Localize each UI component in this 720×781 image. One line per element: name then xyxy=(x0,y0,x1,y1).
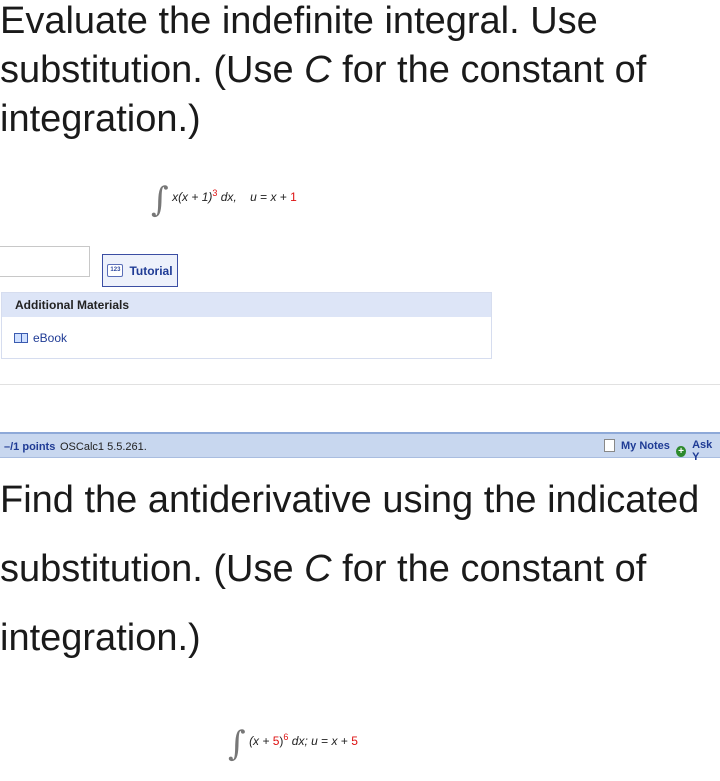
question-1-text: Evaluate the indefinite integral. Use su… xyxy=(0,0,720,144)
tutorial-icon: 123 xyxy=(107,264,124,277)
integral-sign: ∫ xyxy=(151,180,169,220)
additional-materials-panel: Additional Materials eBook xyxy=(1,292,492,359)
integral-expression-2: ∫ (x + 5)6 dx; u = x + 5 xyxy=(228,724,358,764)
question-2-line-3: integration.) xyxy=(0,617,201,659)
question-2-line-1: Find the antiderivative using the indica… xyxy=(0,479,700,521)
question-1-line-3: integration.) xyxy=(0,98,201,140)
ebook-link[interactable]: eBook xyxy=(14,331,67,345)
ask-label: Ask Y xyxy=(692,439,713,463)
question-1-line-2: substitution. (Use C for the constant of xyxy=(0,49,647,91)
question-2-header-bar: –/1 points OSCalc1 5.5.261. My Notes + A… xyxy=(0,432,720,463)
question-1-line-1: Evaluate the indefinite integral. Use xyxy=(0,0,598,42)
constant-c: C xyxy=(304,548,332,590)
plus-icon: + xyxy=(676,445,687,457)
section-divider xyxy=(0,384,720,385)
tutorial-label: Tutorial xyxy=(129,263,173,278)
integral-expression-1: ∫ x(x + 1)3 dx, u = x + 1 xyxy=(151,180,297,220)
constant-c: C xyxy=(304,49,332,91)
course-reference: OSCalc1 5.5.261. xyxy=(60,441,147,453)
notes-icon xyxy=(604,439,615,452)
additional-materials-header: Additional Materials xyxy=(2,293,491,317)
question-2-line-2: substitution. (Use C for the constant of xyxy=(0,548,647,590)
tutorial-button[interactable]: 123 Tutorial xyxy=(102,254,178,287)
my-notes-link[interactable]: My Notes xyxy=(604,439,670,452)
integral-sign: ∫ xyxy=(228,724,246,764)
ebook-label: eBook xyxy=(33,331,68,345)
book-icon xyxy=(14,333,28,343)
my-notes-label: My Notes xyxy=(621,439,670,452)
points-label: –/1 points xyxy=(4,441,56,453)
answer-input[interactable] xyxy=(0,246,90,277)
ask-your-teacher-link[interactable]: + Ask Y xyxy=(676,439,720,463)
question-2-text: Find the antiderivative using the indica… xyxy=(0,466,720,673)
